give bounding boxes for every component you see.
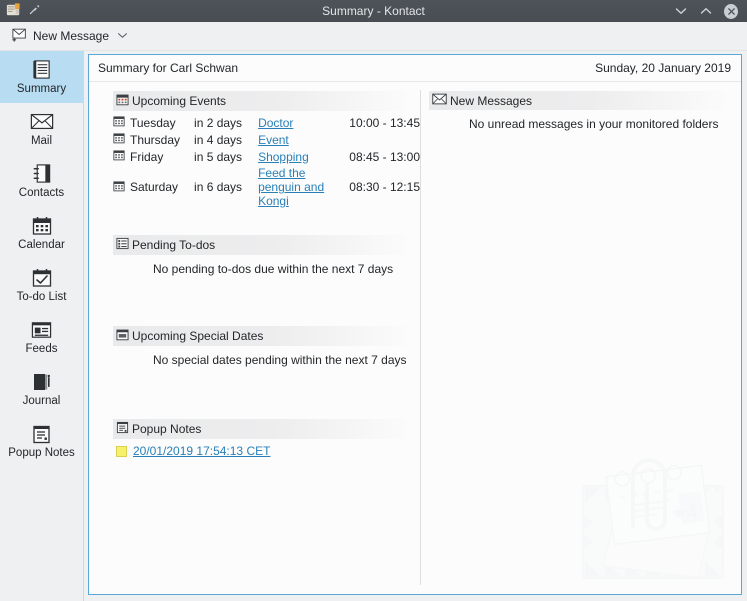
right-column: New Messages No unread messages in your … xyxy=(421,82,741,593)
event-day: Tuesday xyxy=(130,115,176,130)
event-link[interactable]: Event xyxy=(258,133,289,147)
event-relative: in 2 days xyxy=(194,115,243,130)
section-title: Pending To-dos xyxy=(132,238,216,252)
event-relative: in 4 days xyxy=(194,132,243,147)
pending-todos-header: Pending To-dos xyxy=(113,235,407,255)
event-relative: in 5 days xyxy=(194,149,243,164)
popup-notes-header: Popup Notes xyxy=(113,419,407,439)
event-link[interactable]: Feed the penguin and Kongi xyxy=(258,166,324,208)
maximize-button[interactable] xyxy=(699,4,713,18)
content-wrapper: Summary for Carl Schwan Sunday, 20 Janua… xyxy=(84,51,747,601)
popup-notes-icon xyxy=(116,421,129,437)
sidebar-item-summary[interactable]: Summary xyxy=(0,51,83,103)
keep-above-icon[interactable] xyxy=(28,3,41,19)
sidebar-item-label: Mail xyxy=(30,134,53,147)
sidebar-item-label: Popup Notes xyxy=(8,446,75,459)
sidebar-item-label: Summary xyxy=(16,82,67,95)
sidebar-item-calendar[interactable]: Calendar xyxy=(0,207,83,259)
pending-todos-empty: No pending to-dos due within the next 7 … xyxy=(153,262,394,276)
mail-icon xyxy=(432,93,447,108)
table-row: Friday in 5 days Shopping 08:45 - 13:00 xyxy=(113,148,420,165)
page-title: Summary for Carl Schwan xyxy=(98,61,239,75)
left-column: Upcoming Events Tuesday in 2 days Doctor… xyxy=(89,82,420,593)
special-date-icon xyxy=(116,328,129,344)
chevron-down-icon[interactable] xyxy=(117,32,128,41)
close-icon xyxy=(724,3,738,19)
sidebar-item-contacts[interactable]: Contacts xyxy=(0,155,83,207)
calendar-icon xyxy=(113,115,125,130)
sidebar-item-label: To-do List xyxy=(16,290,67,303)
event-relative: in 6 days xyxy=(194,180,243,194)
mail-icon xyxy=(30,111,54,133)
sidebar-item-label: Feeds xyxy=(25,342,58,355)
sticky-note-icon xyxy=(116,445,127,457)
calendar-icon xyxy=(116,93,129,109)
minimize-button[interactable] xyxy=(674,4,688,18)
table-row: Thursday in 4 days Event xyxy=(113,131,420,148)
summary-date: Sunday, 20 January 2019 xyxy=(595,61,731,75)
upcoming-events-table: Tuesday in 2 days Doctor 10:00 - 13:45 T… xyxy=(113,114,420,209)
close-button[interactable] xyxy=(724,3,738,19)
titlebar-left-icons xyxy=(0,2,41,20)
popup-note-item[interactable]: 20/01/2019 17:54:13 CET xyxy=(113,444,420,458)
popup-note-link[interactable]: 20/01/2019 17:54:13 CET xyxy=(133,444,270,458)
new-messages-header: New Messages xyxy=(429,91,725,110)
feeds-icon xyxy=(31,319,52,341)
new-messages-empty: No unread messages in your monitored fol… xyxy=(469,117,719,131)
summary-header: Summary for Carl Schwan Sunday, 20 Janua… xyxy=(89,55,741,82)
special-dates-empty: No special dates pending within the next… xyxy=(153,353,407,367)
event-time: 10:00 - 13:45 xyxy=(349,115,420,130)
special-dates-header: Upcoming Special Dates xyxy=(113,326,407,346)
summary-columns: Upcoming Events Tuesday in 2 days Doctor… xyxy=(89,82,741,593)
section-title: Upcoming Events xyxy=(132,94,227,108)
contacts-icon xyxy=(32,163,52,185)
new-message-icon xyxy=(12,27,28,45)
todo-list-icon xyxy=(116,237,129,253)
popup-notes-icon xyxy=(32,423,51,445)
new-message-button[interactable]: New Message xyxy=(8,25,132,47)
sidebar-item-label: Contacts xyxy=(18,186,65,199)
event-time: 08:30 - 12:15 xyxy=(349,180,420,194)
sidebar-item-mail[interactable]: Mail xyxy=(0,103,83,155)
sidebar-item-feeds[interactable]: Feeds xyxy=(0,311,83,363)
window-title: Summary - Kontact xyxy=(322,4,425,18)
journal-icon xyxy=(32,371,52,393)
main-area: Summary Mail Contacts Calendar To-do Lis… xyxy=(0,51,747,601)
summary-icon xyxy=(31,59,52,81)
summary-view: Summary for Carl Schwan Sunday, 20 Janua… xyxy=(88,54,742,595)
event-day: Thursday xyxy=(130,132,181,147)
new-message-label: New Message xyxy=(33,29,110,43)
section-title: Popup Notes xyxy=(132,422,202,436)
event-link[interactable]: Doctor xyxy=(258,116,293,130)
sidebar-item-popup-notes[interactable]: Popup Notes xyxy=(0,415,83,467)
sidebar-item-label: Journal xyxy=(22,394,61,407)
sidebar-item-journal[interactable]: Journal xyxy=(0,363,83,415)
event-day: Friday xyxy=(130,149,164,164)
event-time: 08:45 - 13:00 xyxy=(349,149,420,164)
calendar-icon xyxy=(113,180,125,195)
sidebar-item-to-do-list[interactable]: To-do List xyxy=(0,259,83,311)
window-controls xyxy=(674,3,747,19)
calendar-icon xyxy=(113,149,125,164)
kontact-icon xyxy=(6,2,21,20)
table-row: Tuesday in 2 days Doctor 10:00 - 13:45 xyxy=(113,114,420,131)
upcoming-events-header: Upcoming Events xyxy=(113,91,407,111)
todo-list-icon xyxy=(32,267,52,289)
sidebar: Summary Mail Contacts Calendar To-do Lis… xyxy=(0,51,84,601)
calendar-icon xyxy=(32,215,52,237)
section-title: Upcoming Special Dates xyxy=(132,329,264,343)
window-titlebar: Summary - Kontact xyxy=(0,0,747,22)
main-toolbar: New Message xyxy=(0,22,747,51)
event-link[interactable]: Shopping xyxy=(258,150,309,164)
calendar-icon xyxy=(113,132,125,147)
table-row: Saturday in 6 days Feed the penguin and … xyxy=(113,165,420,209)
event-day: Saturday xyxy=(130,180,179,194)
event-time xyxy=(349,131,420,148)
sidebar-item-label: Calendar xyxy=(18,238,65,251)
section-title: New Messages xyxy=(450,93,533,108)
